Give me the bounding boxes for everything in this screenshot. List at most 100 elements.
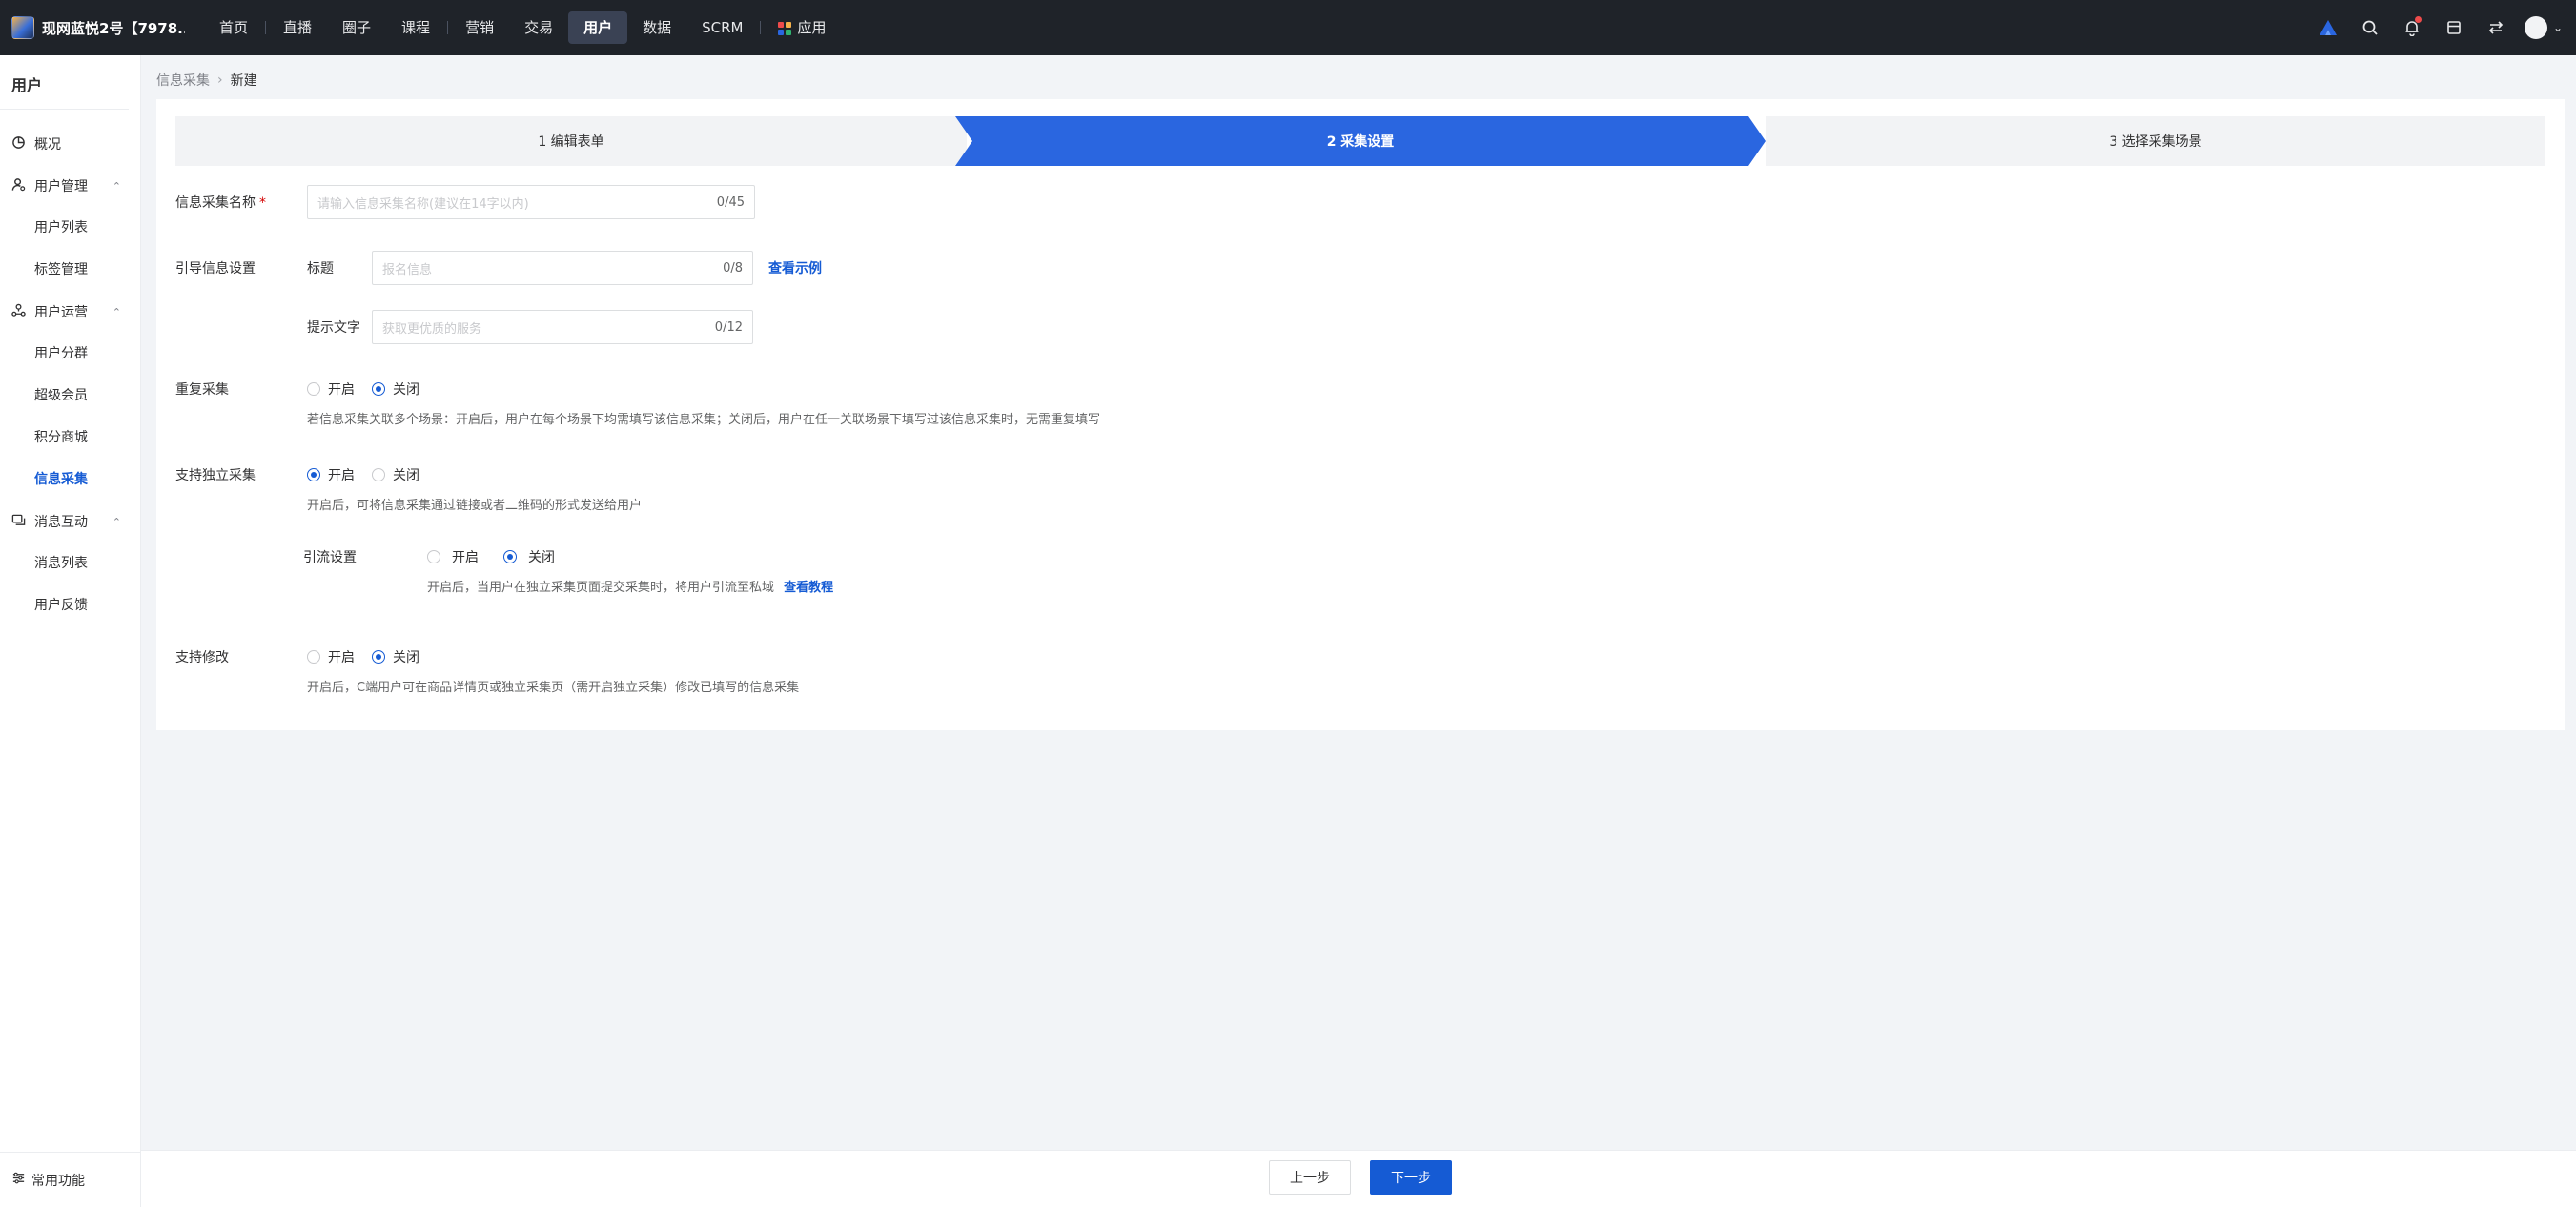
users-network-icon: [11, 303, 29, 321]
prev-step-button[interactable]: 上一步: [1269, 1160, 1351, 1195]
standalone-radio-off[interactable]: 关闭: [372, 465, 419, 484]
radio-circle-checked: [503, 550, 517, 563]
form-card: 1 编辑表单 3 选择采集场景 2 采集设置 信息采集名称 * 请输入信息采集名称…: [156, 99, 2565, 730]
traffic-help-text: 开启后，当用户在独立采集页面提交采集时，将用户引流至私域 查看教程: [427, 577, 833, 595]
search-icon[interactable]: [2349, 0, 2391, 55]
nav-course[interactable]: 课程: [386, 11, 445, 44]
radio-circle-checked: [372, 382, 385, 396]
standalone-radio-on[interactable]: 开启: [307, 465, 355, 484]
step-select-scene[interactable]: 3 选择采集场景: [1766, 116, 2545, 166]
sidebar-group-label: 用户管理: [34, 179, 88, 194]
sidebar-group-message-interaction[interactable]: 消息互动 ⌃: [0, 501, 140, 542]
chevron-right-icon: ›: [217, 72, 223, 88]
sidebar-group-label: 消息互动: [34, 515, 88, 530]
shop-logo[interactable]: [11, 16, 34, 39]
radio-label: 开启: [328, 382, 355, 398]
step-indicator: 1 编辑表单 3 选择采集场景 2 采集设置: [175, 116, 2545, 166]
step-edit-form[interactable]: 1 编辑表单: [175, 116, 967, 166]
avatar[interactable]: [2524, 16, 2547, 39]
nav-live[interactable]: 直播: [268, 11, 327, 44]
input-placeholder: 获取更优质的服务: [382, 321, 482, 337]
sidebar-group-user-operations[interactable]: 用户运营 ⌃: [0, 291, 140, 333]
radio-circle: [307, 382, 320, 396]
radio-circle-checked: [372, 650, 385, 664]
guide-title-input[interactable]: 报名信息 0/8: [372, 251, 753, 285]
chevron-down-icon[interactable]: ⌄: [2553, 21, 2563, 34]
input-placeholder: 请输入信息采集名称(建议在14字以内): [317, 196, 529, 212]
nav-circle[interactable]: 圈子: [327, 11, 386, 44]
row-repeat-collect: 重复采集 开启 关闭: [175, 379, 437, 399]
repeat-radio-off[interactable]: 关闭: [372, 379, 419, 399]
nav-apps-label: 应用: [797, 19, 827, 36]
traffic-radio-on[interactable]: 开启: [427, 547, 479, 566]
field-label-guide-title: 标题: [307, 261, 334, 276]
required-mark: *: [259, 195, 266, 211]
nav-marketing[interactable]: 营销: [450, 11, 509, 44]
nav-user[interactable]: 用户: [568, 11, 628, 44]
traffic-radio-group: 开启 关闭: [427, 547, 572, 566]
field-label-traffic: 引流设置: [303, 550, 357, 565]
radio-label: 开启: [328, 468, 355, 483]
sliders-icon: [11, 1171, 26, 1189]
sidebar-item-user-feedback[interactable]: 用户反馈: [0, 584, 140, 626]
nav-home[interactable]: 首页: [204, 11, 263, 44]
brand-icon[interactable]: [2307, 0, 2349, 55]
nav-divider: [447, 21, 449, 34]
sidebar-item-user-segment[interactable]: 用户分群: [0, 333, 140, 375]
standalone-help-text: 开启后，可将信息采集通过链接或者二维码的形式发送给用户: [307, 499, 643, 513]
chevron-up-icon: ⌃: [112, 305, 121, 318]
radio-label: 关闭: [393, 468, 419, 483]
sidebar-item-info-collect[interactable]: 信息采集: [0, 459, 140, 501]
shop-name[interactable]: 现网蓝悦2号【7978...: [42, 18, 185, 38]
next-step-button[interactable]: 下一步: [1370, 1160, 1452, 1195]
switch-icon[interactable]: [2475, 0, 2517, 55]
breadcrumb-parent[interactable]: 信息采集: [156, 71, 210, 90]
char-counter: 0/12: [714, 319, 743, 335]
nav-data[interactable]: 数据: [627, 11, 686, 44]
radio-circle: [427, 550, 440, 563]
guide-tip-input[interactable]: 获取更优质的服务 0/12: [372, 310, 753, 344]
modify-radio-off[interactable]: 关闭: [372, 647, 419, 666]
sidebar-item-user-list[interactable]: 用户列表: [0, 207, 140, 249]
nav-apps[interactable]: 应用: [763, 11, 841, 44]
char-counter: 0/45: [716, 194, 745, 210]
repeat-help-text: 若信息采集关联多个场景：开启后，用户在每个场景下均需填写该信息采集；关闭后，用户…: [307, 413, 1101, 427]
sidebar-common-functions[interactable]: 常用功能: [0, 1152, 141, 1207]
row-traffic-setting: 引流设置 开启 关闭: [303, 547, 572, 566]
modify-radio-on[interactable]: 开启: [307, 647, 355, 666]
step-collect-settings[interactable]: 2 采集设置: [955, 116, 1766, 166]
apps-grid-icon: [778, 21, 792, 35]
nav-divider: [265, 21, 267, 34]
radio-label: 开启: [452, 550, 479, 565]
sidebar-item-super-member[interactable]: 超级会员: [0, 375, 140, 417]
standalone-radio-group: 开启 关闭: [307, 465, 437, 484]
field-label-standalone: 支持独立采集: [175, 468, 256, 483]
sidebar-item-overview[interactable]: 概况: [0, 123, 140, 165]
sidebar-item-label: 概况: [34, 137, 61, 153]
radio-circle-checked: [307, 468, 320, 481]
nav-divider: [760, 21, 762, 34]
field-label-guide: 引导信息设置: [175, 261, 256, 276]
nav-scrm[interactable]: SCRM: [686, 11, 758, 44]
pie-chart-icon: [11, 135, 29, 153]
input-placeholder: 报名信息: [382, 262, 433, 277]
collect-name-input[interactable]: 请输入信息采集名称(建议在14字以内) 0/45: [307, 185, 755, 219]
radio-label: 关闭: [393, 650, 419, 665]
repeat-radio-on[interactable]: 开启: [307, 379, 355, 399]
bottom-action-bar: 上一步 下一步: [141, 1150, 2576, 1207]
sidebar-item-message-list[interactable]: 消息列表: [0, 542, 140, 584]
sidebar-group-user-management[interactable]: 用户管理 ⌃: [0, 165, 140, 207]
nav-trade[interactable]: 交易: [509, 11, 568, 44]
view-example-link[interactable]: 查看示例: [768, 258, 822, 277]
store-icon[interactable]: [2433, 0, 2475, 55]
sidebar-item-tag-management[interactable]: 标签管理: [0, 249, 140, 291]
row-collect-name: 信息采集名称 * 请输入信息采集名称(建议在14字以内) 0/45: [175, 185, 755, 219]
notification-badge: [2414, 16, 2422, 23]
view-tutorial-link[interactable]: 查看教程: [784, 581, 833, 595]
chevron-up-icon: ⌃: [112, 179, 121, 193]
sidebar-item-points-mall[interactable]: 积分商城: [0, 417, 140, 459]
traffic-radio-off[interactable]: 关闭: [503, 547, 555, 566]
bell-icon[interactable]: [2391, 0, 2433, 55]
chevron-up-icon: ⌃: [112, 515, 121, 528]
user-settings-icon: [11, 177, 29, 195]
